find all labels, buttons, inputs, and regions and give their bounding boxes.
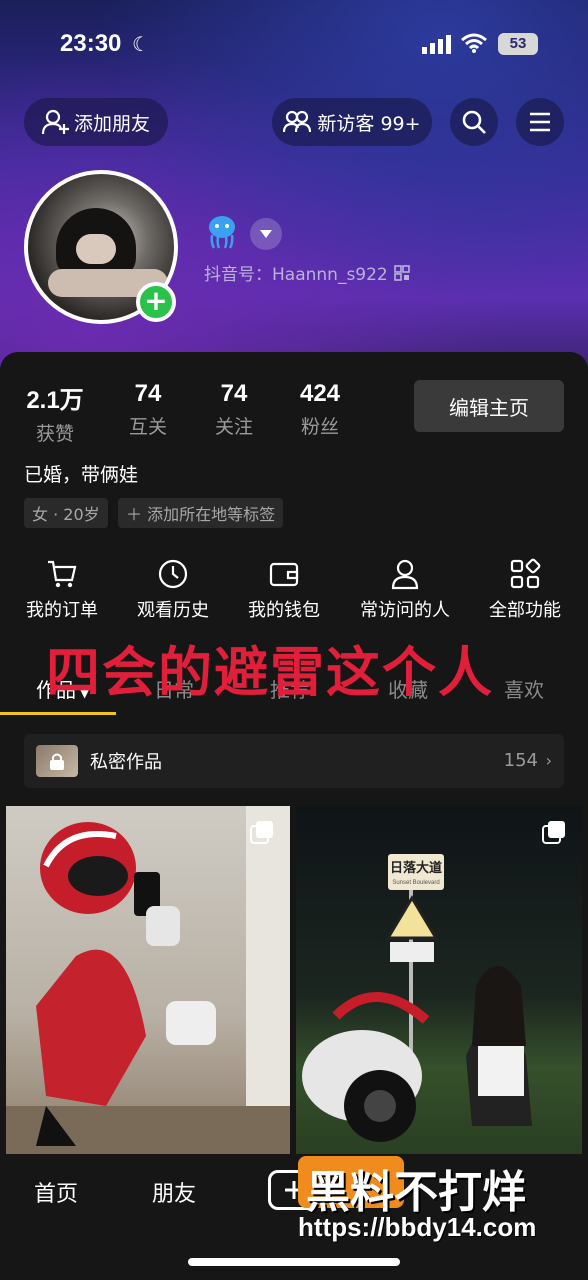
grid-apps-icon (510, 558, 541, 589)
stat-following[interactable]: 74 关注 (204, 380, 264, 439)
battery-indicator: 53 (498, 33, 538, 55)
watermark-text: 黑料不打烊 (306, 1167, 526, 1218)
quick-action-label: 观看历史 (137, 600, 209, 621)
stat-number: 2.1万 (26, 387, 84, 414)
stat-mutual[interactable]: 74 互关 (118, 380, 178, 439)
stat-number: 74 (220, 380, 248, 407)
home-indicator (188, 1258, 400, 1266)
profile-bio: 已婚，带俩娃 (24, 464, 139, 486)
private-works-title: 私密作品 (90, 752, 162, 773)
stat-number: 424 (299, 380, 341, 407)
lock-icon (50, 753, 64, 770)
douyin-id[interactable]: 抖音号：Haannn_s922 (204, 260, 410, 285)
clock-icon (158, 559, 188, 589)
quick-action-label: 全部功能 (489, 600, 561, 621)
my-wallet-button[interactable]: 我的钱包 (229, 558, 339, 622)
private-works-row[interactable]: 私密作品 154 › (24, 734, 564, 788)
search-button[interactable] (450, 98, 498, 146)
status-bar: 23:30 ☾ 53 (0, 30, 588, 60)
visitors-icon (283, 110, 312, 133)
douyin-id-text: 抖音号：Haannn_s922 (204, 265, 388, 285)
multi-image-icon (542, 821, 565, 844)
stat-label: 获赞 (35, 423, 74, 445)
menu-icon (530, 112, 550, 132)
add-user-icon (41, 109, 69, 135)
wifi-icon (461, 33, 487, 53)
watermark: 黑料不打烊 https://bbdy14.com (298, 1154, 588, 1254)
sign-subtitle: Sunset Boulevard (392, 880, 439, 886)
menu-button[interactable] (516, 98, 564, 146)
all-features-button[interactable]: 全部功能 (470, 558, 580, 622)
nav-friends[interactable]: 朋友 (152, 1176, 196, 1208)
stat-followers[interactable]: 424 粉丝 (290, 380, 350, 439)
private-works-thumbnail (36, 745, 78, 777)
status-time: 23:30 (60, 30, 122, 57)
tab-likes[interactable]: 喜欢 (504, 674, 544, 703)
private-works-count: 154 (503, 750, 538, 771)
search-icon (462, 110, 486, 134)
watermark-url: https://bbdy14.com (298, 1212, 537, 1242)
new-visitors-label: 新访客 99+ (317, 112, 421, 135)
frequent-visitors-button[interactable]: 常访问的人 (350, 558, 460, 622)
moon-icon: ☾ (132, 32, 150, 56)
multi-image-icon (250, 821, 273, 844)
watch-history-button[interactable]: 观看历史 (118, 558, 228, 622)
add-location-tag-button[interactable]: ＋ 添加所在地等标签 (118, 498, 284, 528)
signal-icon (422, 35, 451, 54)
stat-label: 互关 (128, 416, 167, 438)
my-orders-button[interactable]: 我的订单 (7, 558, 117, 622)
edit-profile-button[interactable]: 编辑主页 (414, 380, 564, 432)
video-thumbnail-image (6, 806, 290, 1154)
chevron-right-icon: › (545, 751, 552, 770)
active-tab-indicator (0, 712, 116, 715)
video-thumbnail-image: 日落大道 Sunset Boulevard (302, 854, 532, 1142)
quick-action-label: 我的订单 (26, 600, 98, 621)
jellyfish-emoji-icon (209, 216, 235, 249)
add-friend-label: 添加朋友 (73, 112, 150, 135)
stat-label: 粉丝 (300, 416, 339, 438)
gender-age-tag: 女 · 20岁 (24, 498, 108, 528)
quick-action-label: 我的钱包 (248, 600, 320, 621)
stat-label: 关注 (214, 416, 253, 438)
cart-icon (48, 560, 77, 588)
qr-code-icon (393, 264, 410, 281)
overlay-caption: 四会的避雷这个人 (46, 641, 494, 704)
nav-home[interactable]: 首页 (34, 1176, 78, 1208)
stat-number: 74 (134, 380, 162, 407)
add-friend-button[interactable]: 添加朋友 (24, 98, 168, 146)
add-avatar-plus-icon[interactable]: + (136, 282, 176, 322)
video-thumbnail[interactable]: 日落大道 Sunset Boulevard (296, 806, 582, 1154)
sign-title: 日落大道 (390, 860, 442, 876)
stat-likes[interactable]: 2.1万 获赞 (22, 380, 88, 446)
wallet-icon (269, 562, 299, 587)
account-switch-button[interactable] (250, 218, 282, 250)
quick-action-label: 常访问的人 (360, 600, 450, 621)
chevron-down-icon (260, 230, 272, 238)
video-thumbnail[interactable] (6, 806, 290, 1154)
new-visitors-button[interactable]: 新访客 99+ (272, 98, 432, 146)
person-icon (391, 559, 419, 590)
